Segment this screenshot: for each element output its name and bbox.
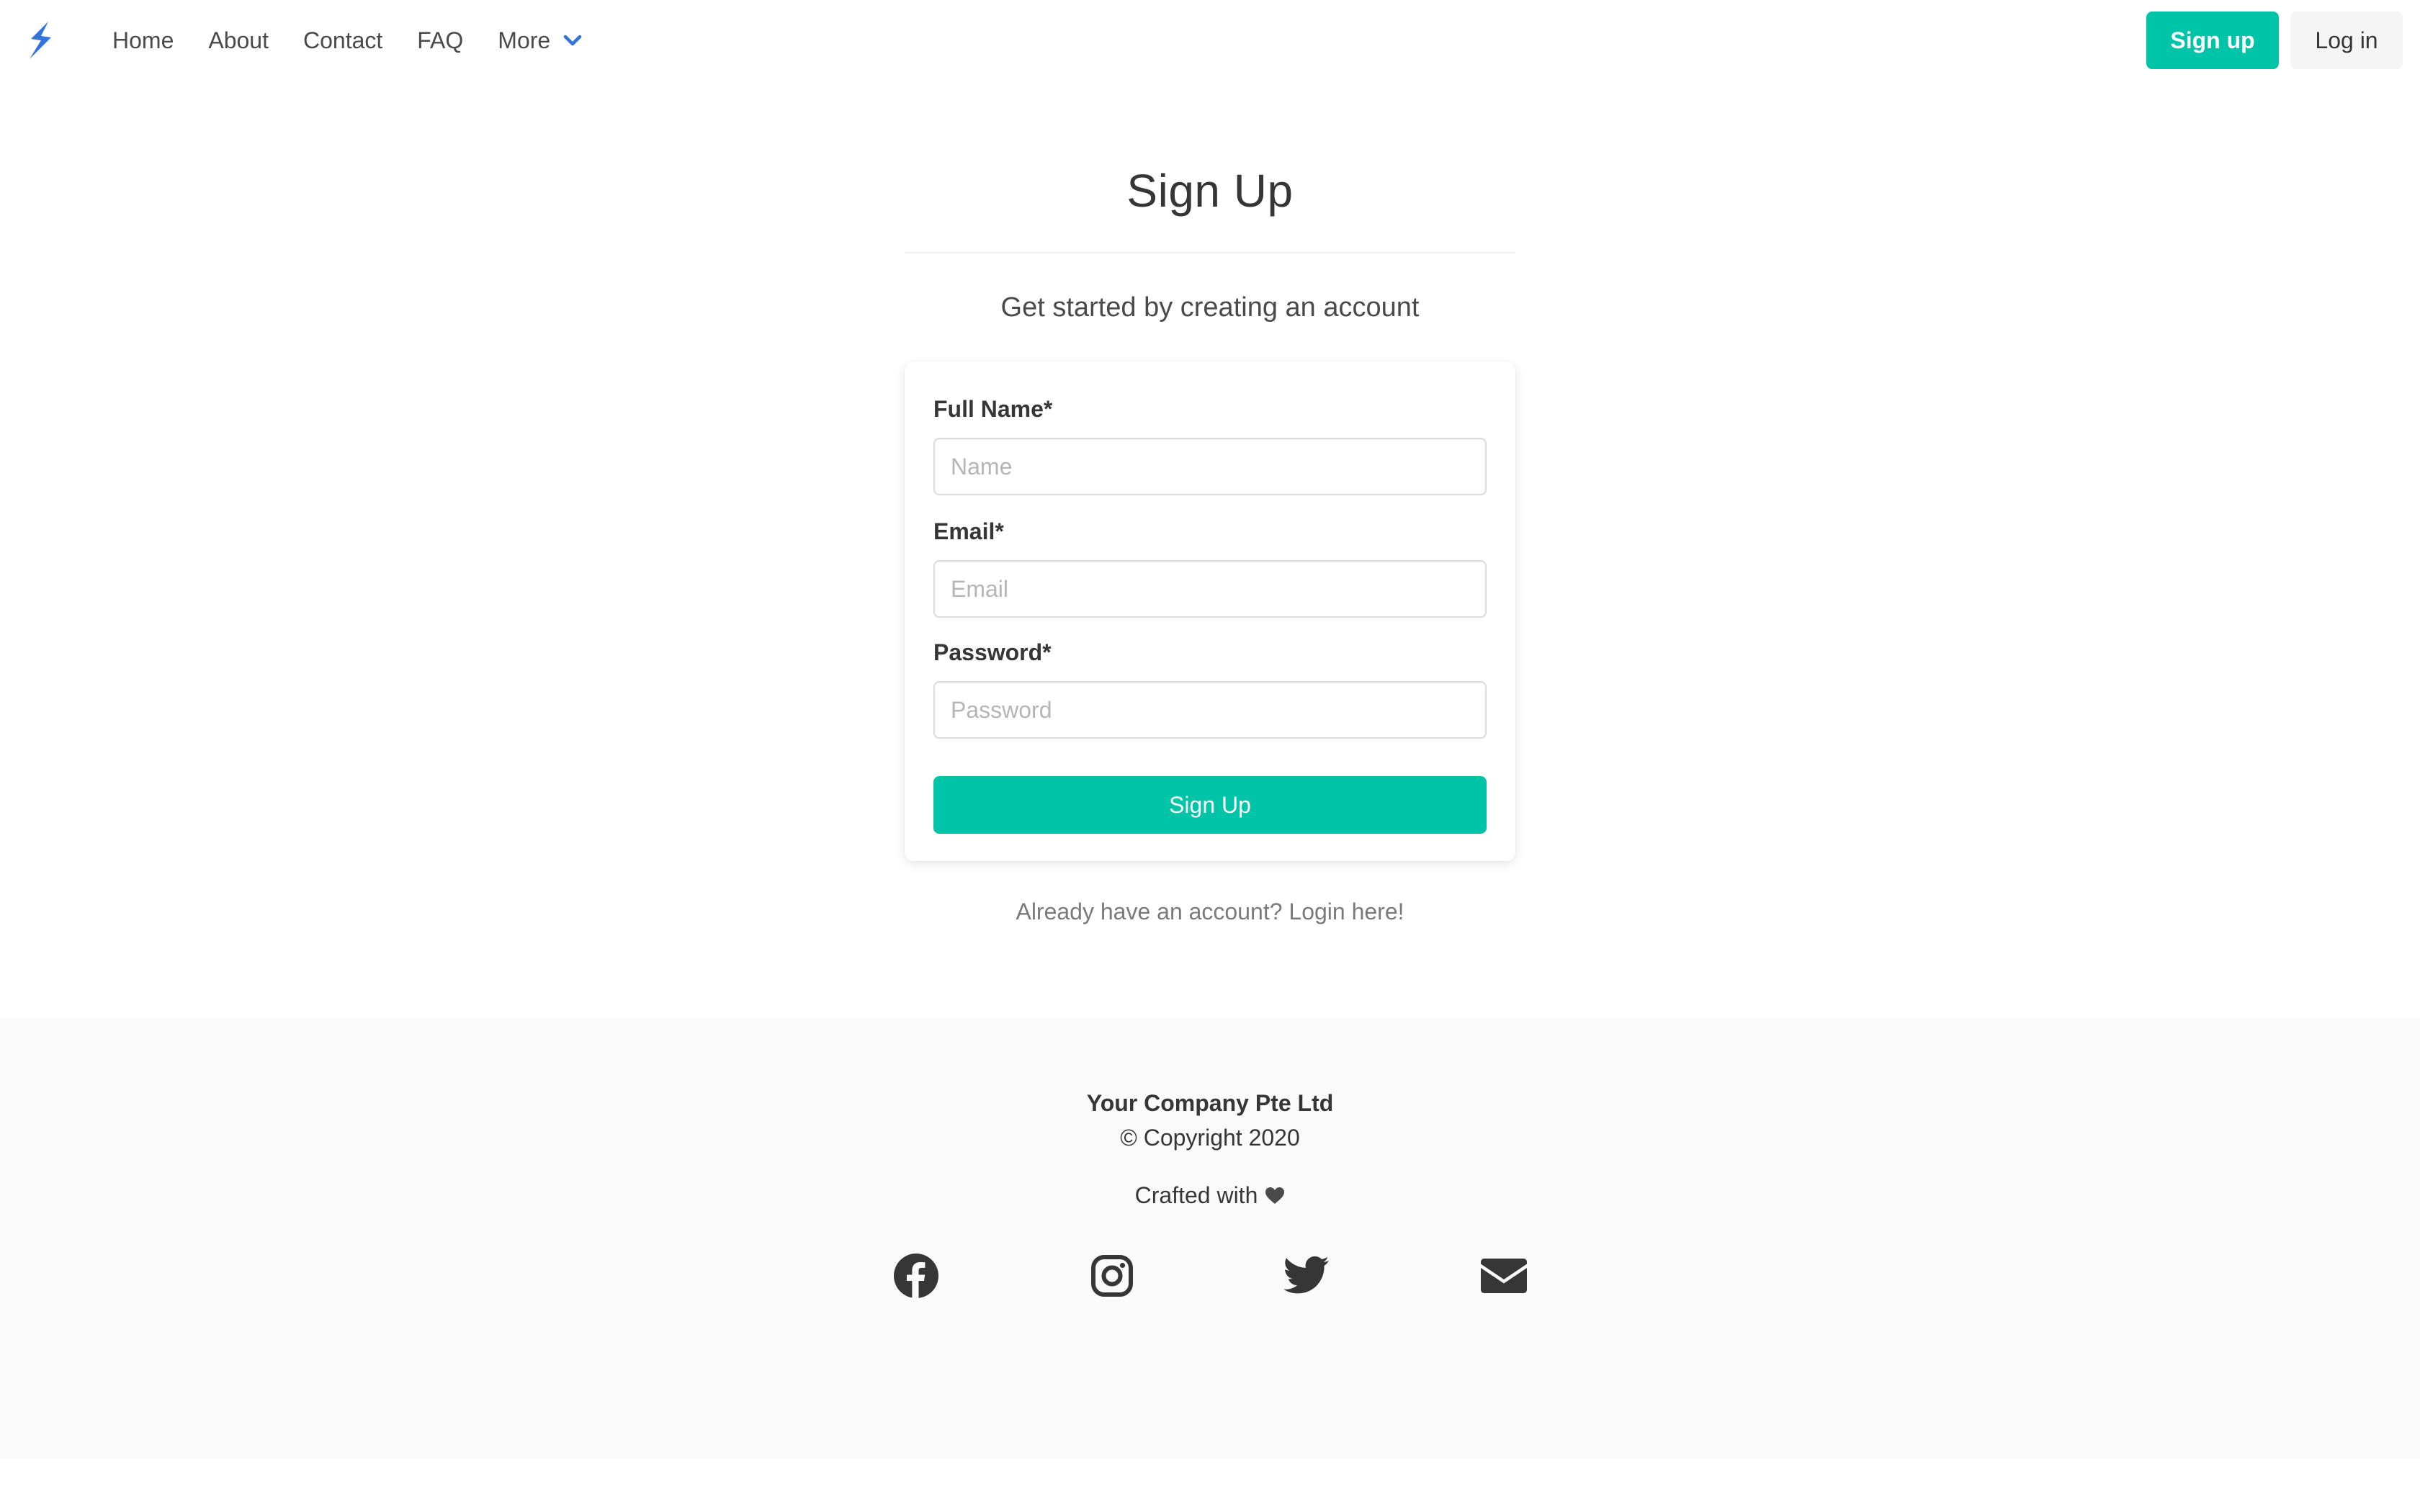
company-name: Your Company Pte Ltd — [1086, 1090, 1334, 1116]
password-input[interactable] — [933, 681, 1487, 739]
social-links — [0, 1250, 2420, 1302]
nav-about[interactable]: About — [191, 0, 286, 81]
signup-submit-button[interactable]: Sign Up — [933, 776, 1487, 834]
crafted-with-text: Crafted with — [1134, 1182, 1258, 1208]
full-name-label: Full Name* — [933, 396, 1053, 422]
password-label: Password* — [933, 639, 1052, 665]
nav-more-dropdown[interactable]: More — [480, 0, 589, 81]
crafted-with: Crafted with — [0, 1182, 2420, 1209]
email-label: Email* — [933, 518, 1004, 544]
copyright-text: © Copyright 2020 — [1120, 1125, 1300, 1151]
twitter-icon[interactable] — [1281, 1250, 1332, 1302]
login-button[interactable]: Log in — [2290, 12, 2403, 69]
footer: Your Company Pte Ltd © Copyright 2020 Cr… — [0, 1018, 2420, 1459]
page-title: Sign Up — [1126, 165, 1294, 217]
nav-home[interactable]: Home — [95, 0, 191, 81]
page-subtitle: Get started by creating an account — [1000, 292, 1420, 323]
nav-more-label: More — [498, 27, 551, 53]
nav-faq[interactable]: FAQ — [400, 0, 480, 81]
facebook-icon[interactable] — [890, 1250, 942, 1302]
navbar-end: Sign up Log in — [2146, 12, 2403, 69]
main-section: Sign Up Get started by creating an accou… — [0, 81, 2420, 1018]
heart-icon — [1265, 1187, 1285, 1205]
envelope-icon[interactable] — [1478, 1250, 1530, 1302]
signup-form-card: Full Name* Email* Password* Sign Up — [905, 361, 1515, 861]
brand-logo[interactable] — [20, 16, 62, 65]
chevron-down-icon — [563, 34, 582, 47]
email-input[interactable] — [933, 560, 1487, 618]
instagram-icon[interactable] — [1086, 1250, 1138, 1302]
login-here-link[interactable]: Already have an account? Login here! — [905, 899, 1515, 925]
signup-button[interactable]: Sign up — [2146, 12, 2279, 69]
nav-contact[interactable]: Contact — [286, 0, 400, 81]
title-divider — [905, 252, 1515, 253]
lightning-bolt-icon — [30, 22, 51, 59]
navbar: Home About Contact FAQ More Sign up Log … — [0, 0, 2420, 81]
full-name-input[interactable] — [933, 438, 1487, 495]
